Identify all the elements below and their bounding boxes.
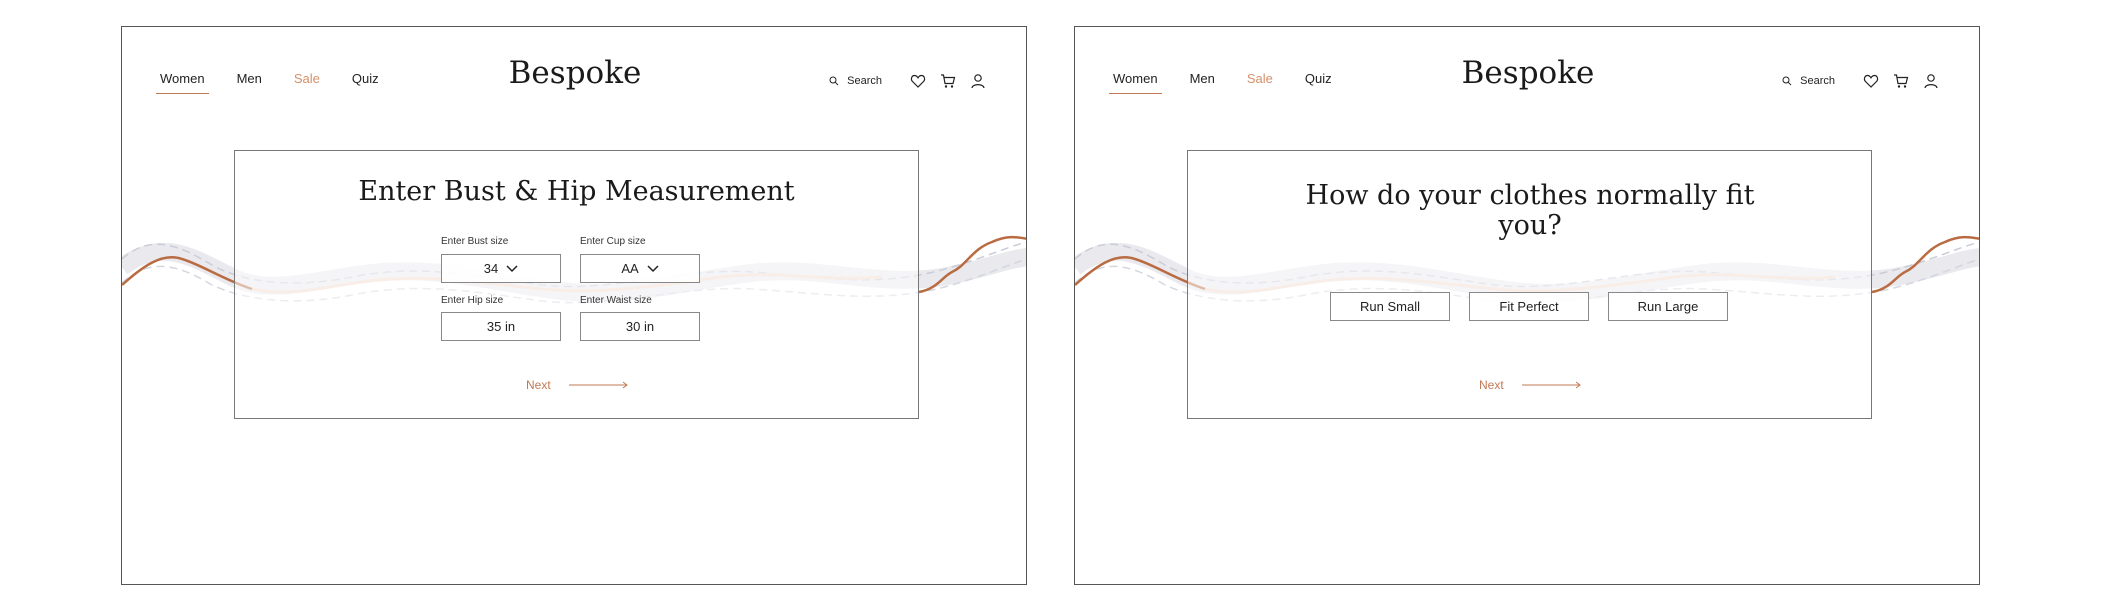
- heart-icon[interactable]: [910, 73, 926, 89]
- chevron-down-icon: [647, 264, 659, 272]
- next-label: Next: [1479, 378, 1504, 392]
- card-title: Enter Bust & Hip Measurement: [358, 176, 795, 207]
- search-icon: [829, 76, 839, 86]
- user-icon[interactable]: [970, 73, 986, 89]
- fit-quiz-screen: Women Men Sale Quiz Bespoke Search How d…: [1074, 26, 1980, 585]
- search-button[interactable]: Search: [1782, 75, 1835, 87]
- option-run-small-button[interactable]: Run Small: [1330, 292, 1450, 321]
- cart-icon[interactable]: [1893, 73, 1909, 89]
- hip-size-value: 35 in: [486, 319, 516, 334]
- measurement-screen: Women Men Sale Quiz Bespoke Search Enter…: [121, 26, 1027, 585]
- header-tools: Search: [829, 73, 986, 89]
- option-run-large-button[interactable]: Run Large: [1608, 292, 1728, 321]
- hip-size-field[interactable]: 35 in: [441, 312, 561, 341]
- fit-quiz-card: How do your clothes normally fit you? Ru…: [1187, 150, 1872, 419]
- next-button[interactable]: Next: [1479, 378, 1582, 392]
- hip-label: Enter Hip size: [441, 295, 504, 306]
- card-title: How do your clothes normally fit you?: [1305, 180, 1755, 241]
- next-label: Next: [526, 378, 551, 392]
- search-label: Search: [1800, 75, 1835, 87]
- cart-icon[interactable]: [940, 73, 956, 89]
- cup-size-select[interactable]: AA: [580, 254, 700, 283]
- arrow-right-icon: [1521, 381, 1581, 389]
- header-tools: Search: [1782, 73, 1939, 89]
- bust-size-value: 34: [483, 261, 499, 276]
- search-label: Search: [847, 75, 882, 87]
- heart-icon[interactable]: [1863, 73, 1879, 89]
- search-button[interactable]: Search: [829, 75, 882, 87]
- arrow-right-icon: [568, 381, 628, 389]
- search-icon: [1782, 76, 1792, 86]
- bust-label: Enter Bust size: [441, 236, 509, 247]
- user-icon[interactable]: [1923, 73, 1939, 89]
- option-fit-perfect-button[interactable]: Fit Perfect: [1469, 292, 1589, 321]
- waist-label: Enter Waist size: [580, 295, 652, 306]
- next-button[interactable]: Next: [526, 378, 629, 392]
- waist-size-value: 30 in: [625, 319, 655, 334]
- bust-size-select[interactable]: 34: [441, 254, 561, 283]
- cup-label: Enter Cup size: [580, 236, 646, 247]
- measurement-card: Enter Bust & Hip Measurement Enter Bust …: [234, 150, 919, 419]
- cup-size-value: AA: [621, 261, 639, 276]
- chevron-down-icon: [506, 264, 518, 272]
- waist-size-field[interactable]: 30 in: [580, 312, 700, 341]
